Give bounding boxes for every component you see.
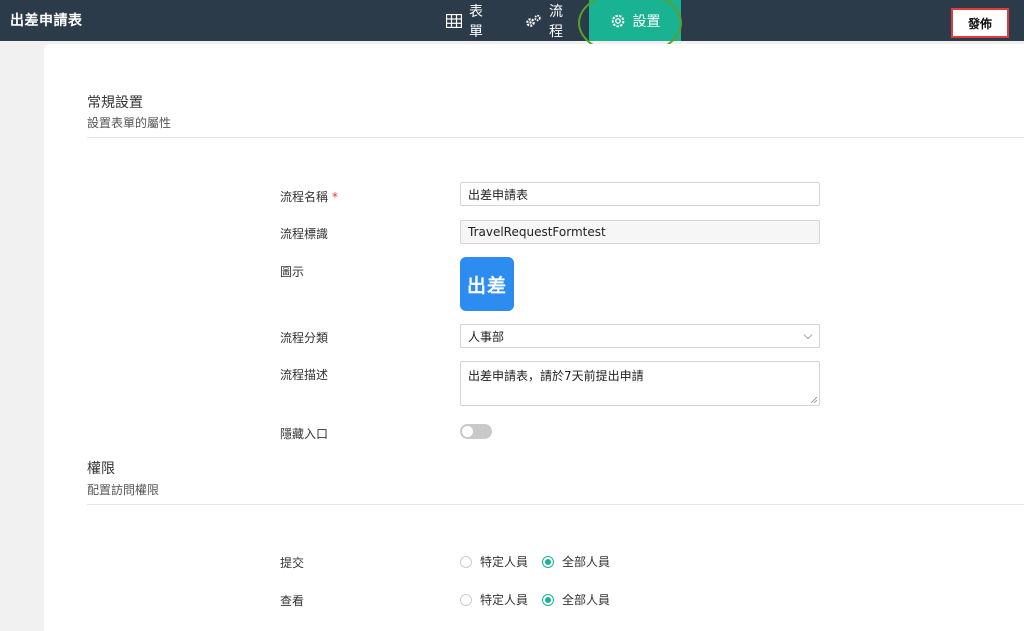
submit-radio-specific[interactable]: 特定人員 xyxy=(460,553,528,570)
view-label: 查看 xyxy=(280,594,305,608)
tab-settings[interactable]: 設置 xyxy=(589,0,681,41)
tab-settings-label: 設置 xyxy=(632,13,661,30)
submit-radio-all[interactable]: 全部人員 xyxy=(542,553,610,570)
gears-icon xyxy=(525,14,542,28)
icon-label: 圖示 xyxy=(280,265,305,279)
identifier-label: 流程標識 xyxy=(280,227,329,241)
settings-panel: 常規設置 設置表單的屬性 流程名稱* 流程標識 TravelRequestFor… xyxy=(44,44,1024,631)
general-divider xyxy=(87,137,1024,138)
hide-entry-label: 隱藏入口 xyxy=(280,427,329,441)
radio-label: 全部人員 xyxy=(562,555,611,569)
submit-label: 提交 xyxy=(280,556,305,570)
name-input[interactable] xyxy=(468,187,812,201)
required-mark: * xyxy=(332,190,339,204)
radio-dot xyxy=(542,593,555,606)
name-label: 流程名稱 * xyxy=(280,188,338,205)
view-radio-all[interactable]: 全部人員 xyxy=(542,591,610,608)
name-field[interactable] xyxy=(460,182,820,206)
tab-flow[interactable]: 流程 xyxy=(525,0,563,41)
chevron-down-icon xyxy=(803,330,813,340)
identifier-field: TravelRequestFormtest xyxy=(460,220,820,244)
description-value: 出差申請表，請於7天前提出申請 xyxy=(468,369,644,383)
publish-button[interactable]: 發佈 xyxy=(951,8,1009,38)
general-section-title: 常規設置 xyxy=(87,95,143,111)
category-select[interactable]: 人事部 xyxy=(460,324,820,348)
radio-label: 特定人員 xyxy=(480,555,529,569)
category-selected-value: 人事部 xyxy=(468,329,505,344)
tab-form-label: 表單 xyxy=(469,3,483,40)
app-icon-preview[interactable]: 出差 xyxy=(460,257,514,311)
identifier-value: TravelRequestFormtest xyxy=(468,225,606,239)
radio-label: 特定人員 xyxy=(480,593,529,607)
tab-flow-label: 流程 xyxy=(549,3,563,40)
grid-icon xyxy=(446,13,462,28)
tab-form[interactable]: 表單 xyxy=(446,0,483,41)
app-title: 出差申請表 xyxy=(10,13,83,29)
view-radio-specific[interactable]: 特定人員 xyxy=(460,591,528,608)
gear-icon xyxy=(610,13,626,29)
description-textarea[interactable]: 出差申請表，請於7天前提出申請 xyxy=(460,361,820,406)
radio-label: 全部人員 xyxy=(562,593,611,607)
submit-radio-group: 特定人員 全部人員 xyxy=(460,553,624,570)
top-bar: 出差申請表 表單 流程 設置 發佈 xyxy=(0,0,1024,41)
hide-entry-toggle[interactable] xyxy=(460,424,492,439)
category-label: 流程分類 xyxy=(280,331,329,345)
radio-dot xyxy=(460,555,472,568)
view-radio-group: 特定人員 全部人員 xyxy=(460,591,624,608)
name-label-text: 流程名稱 xyxy=(280,190,329,204)
permissions-section-subtitle: 配置訪問權限 xyxy=(87,483,160,497)
permissions-section-title: 權限 xyxy=(87,461,115,477)
radio-dot xyxy=(460,593,472,606)
toggle-knob xyxy=(462,426,473,437)
radio-dot xyxy=(542,555,555,568)
general-section-subtitle: 設置表單的屬性 xyxy=(87,116,172,130)
resize-grip-icon[interactable] xyxy=(810,396,817,403)
description-label: 流程描述 xyxy=(280,368,329,382)
permissions-divider xyxy=(87,504,1024,505)
